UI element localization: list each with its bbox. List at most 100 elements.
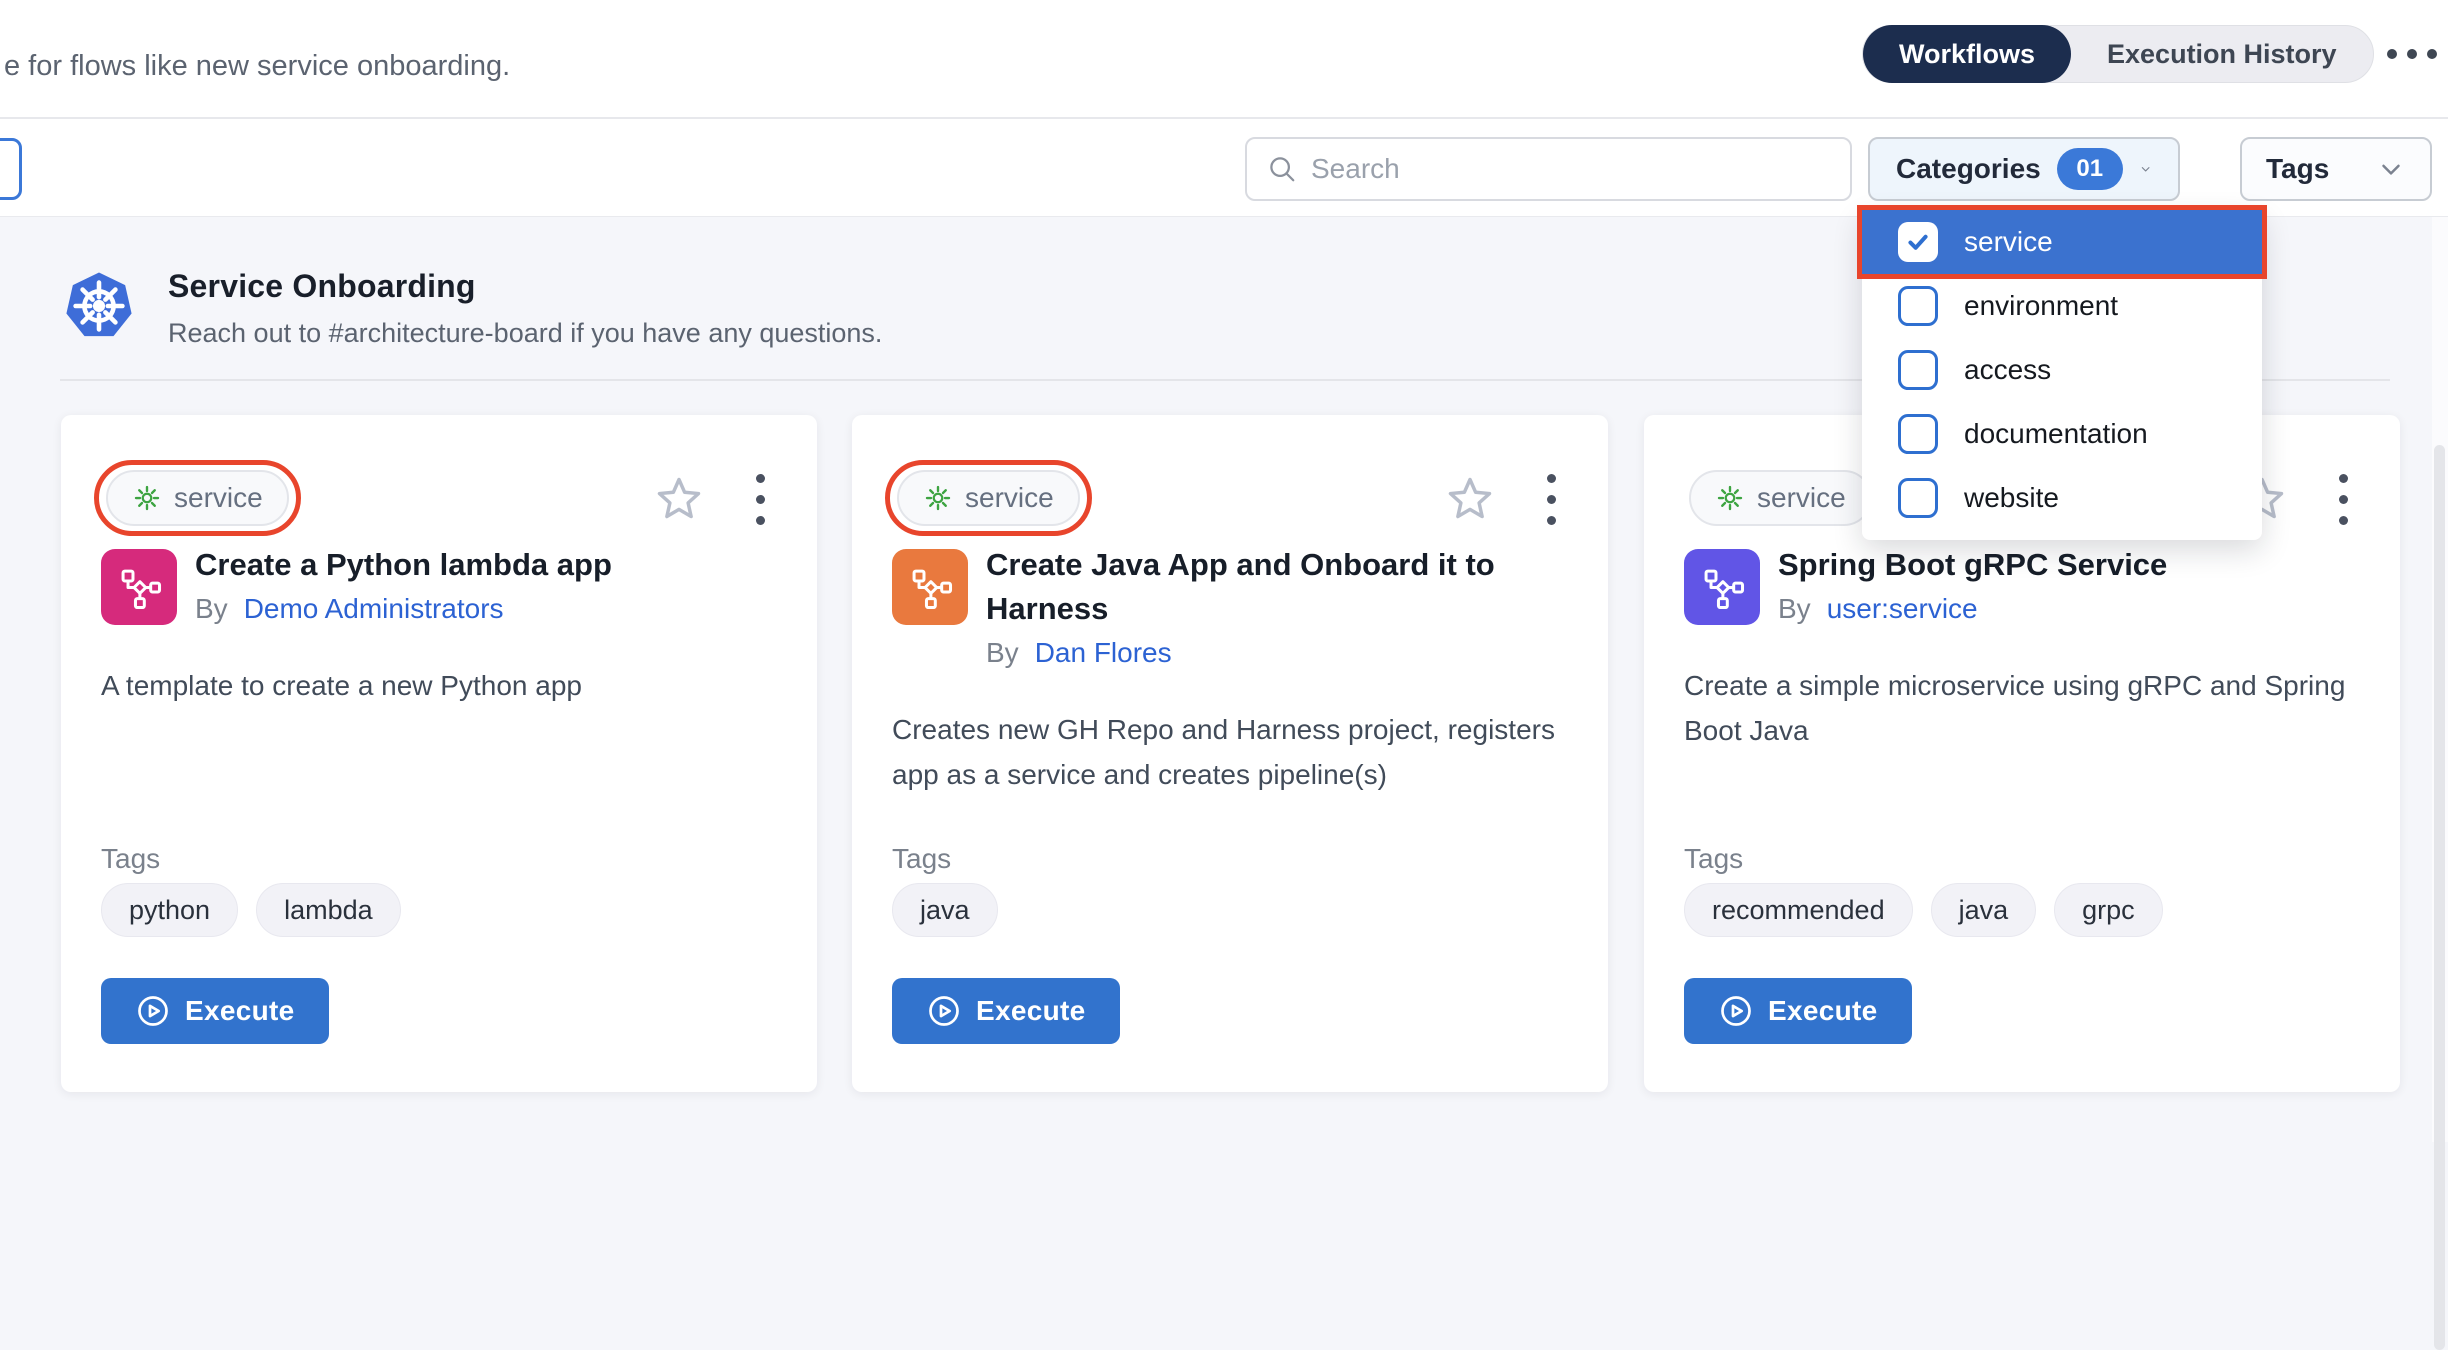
clipped-left-button[interactable] [0, 138, 22, 200]
kebab-icon [756, 474, 765, 483]
execute-button-label: Execute [976, 995, 1086, 1027]
scrollbar-thumb[interactable] [2434, 445, 2445, 1350]
by-label: By [1778, 593, 1811, 625]
more-options-icon [2387, 49, 2397, 59]
category-badge-label: service [174, 482, 263, 514]
categories-filter-label: Categories [1896, 153, 2041, 185]
categories-filter-button[interactable]: Categories 01 [1868, 137, 2180, 201]
filters-toolbar: Categories 01 Tags [0, 119, 2448, 217]
workflow-icon [892, 549, 968, 625]
play-circle-icon [926, 993, 962, 1029]
execute-button[interactable]: Execute [101, 978, 329, 1044]
tags-label: Tags [101, 843, 160, 875]
execute-button[interactable]: Execute [1684, 978, 1912, 1044]
chevron-down-icon [2139, 154, 2152, 184]
category-badge[interactable]: service [106, 470, 289, 526]
author-link[interactable]: Demo Administrators [244, 593, 504, 625]
tab-execution-history[interactable]: Execution History [2071, 25, 2373, 83]
category-badge-label: service [965, 482, 1054, 514]
category-badge[interactable]: service [897, 470, 1080, 526]
kebab-icon [1547, 474, 1556, 483]
flowchart-icon [1699, 564, 1745, 610]
checkbox-icon[interactable] [1898, 350, 1938, 390]
section-header: Service Onboarding Reach out to #archite… [60, 268, 882, 349]
tags-filter-label: Tags [2266, 153, 2329, 185]
checkbox-icon[interactable] [1898, 478, 1938, 518]
tag-chip: lambda [256, 883, 401, 937]
workflow-description: Creates new GH Repo and Harness project,… [892, 707, 1568, 797]
scrollbar[interactable] [2432, 217, 2448, 1142]
workflows-page: e for flows like new service onboarding.… [0, 0, 2448, 1142]
category-badge[interactable]: service [1689, 470, 1872, 526]
workflow-title: Create a Python lambda app [195, 543, 783, 587]
search-input[interactable] [1311, 153, 1830, 185]
dropdown-option-environment[interactable]: environment [1862, 274, 2262, 338]
dropdown-option-label: service [1964, 226, 2053, 258]
kubernetes-icon [60, 268, 138, 344]
star-icon [1444, 473, 1496, 525]
annotation-highlight: service [94, 460, 301, 536]
dropdown-option-service[interactable]: service [1862, 210, 2262, 274]
categories-dropdown-menu: service environment access documentation… [1862, 210, 2262, 540]
kebab-icon [1547, 516, 1556, 525]
favorite-star-button[interactable] [653, 473, 705, 525]
kebab-icon [756, 495, 765, 504]
author-link[interactable]: user:service [1827, 593, 1978, 625]
execute-button-label: Execute [185, 995, 295, 1027]
card-menu-button[interactable] [1536, 473, 1566, 525]
view-toggle: Workflows Execution History [1862, 25, 2374, 83]
execute-button-label: Execute [1768, 995, 1878, 1027]
checkbox-icon[interactable] [1898, 286, 1938, 326]
card-menu-button[interactable] [745, 473, 775, 525]
kebab-icon [2339, 474, 2348, 483]
flowchart-icon [116, 564, 162, 610]
workflow-icon [1684, 549, 1760, 625]
workflow-title: Spring Boot gRPC Service [1778, 543, 2366, 587]
kebab-icon [2339, 516, 2348, 525]
search-icon [1267, 154, 1297, 184]
checkbox-checked-icon[interactable] [1898, 222, 1938, 262]
favorite-star-button[interactable] [1444, 473, 1496, 525]
tag-chip: java [892, 883, 998, 937]
kebab-icon [2339, 495, 2348, 504]
author-link[interactable]: Dan Flores [1035, 637, 1172, 669]
categories-count-badge: 01 [2057, 148, 2123, 190]
play-circle-icon [1718, 993, 1754, 1029]
card-menu-button[interactable] [2328, 473, 2358, 525]
flowchart-icon [907, 564, 953, 610]
execute-button[interactable]: Execute [892, 978, 1120, 1044]
gear-icon [132, 483, 162, 513]
tag-chip: python [101, 883, 238, 937]
annotation-highlight: service [885, 460, 1092, 536]
workflow-icon [101, 549, 177, 625]
tags-filter-button[interactable]: Tags [2240, 137, 2432, 201]
workflow-description: Create a simple microservice using gRPC … [1684, 663, 2360, 753]
tag-chip: grpc [2054, 883, 2163, 937]
tab-workflows[interactable]: Workflows [1863, 25, 2071, 83]
dropdown-option-label: website [1964, 482, 2059, 514]
star-icon [653, 473, 705, 525]
tag-chip: java [1931, 883, 2037, 937]
more-options-icon [2407, 49, 2417, 59]
gear-icon [1715, 483, 1745, 513]
kebab-icon [1547, 495, 1556, 504]
dropdown-option-website[interactable]: website [1862, 466, 2262, 530]
dropdown-option-documentation[interactable]: documentation [1862, 402, 2262, 466]
dropdown-option-label: environment [1964, 290, 2118, 322]
dropdown-option-label: access [1964, 354, 2051, 386]
more-options-button[interactable] [2386, 36, 2438, 72]
gear-icon [923, 483, 953, 513]
page-header: e for flows like new service onboarding.… [0, 0, 2448, 119]
page-description-text: e for flows like new service onboarding. [4, 50, 510, 83]
workflow-description: A template to create a new Python app [101, 663, 777, 708]
play-circle-icon [135, 993, 171, 1029]
category-badge-wrap: service [1677, 460, 1884, 536]
dropdown-option-access[interactable]: access [1862, 338, 2262, 402]
search-box [1245, 137, 1852, 201]
tags-label: Tags [892, 843, 951, 875]
by-label: By [986, 637, 1019, 669]
checkbox-icon[interactable] [1898, 414, 1938, 454]
tag-chip: recommended [1684, 883, 1913, 937]
more-options-icon [2427, 49, 2437, 59]
by-label: By [195, 593, 228, 625]
